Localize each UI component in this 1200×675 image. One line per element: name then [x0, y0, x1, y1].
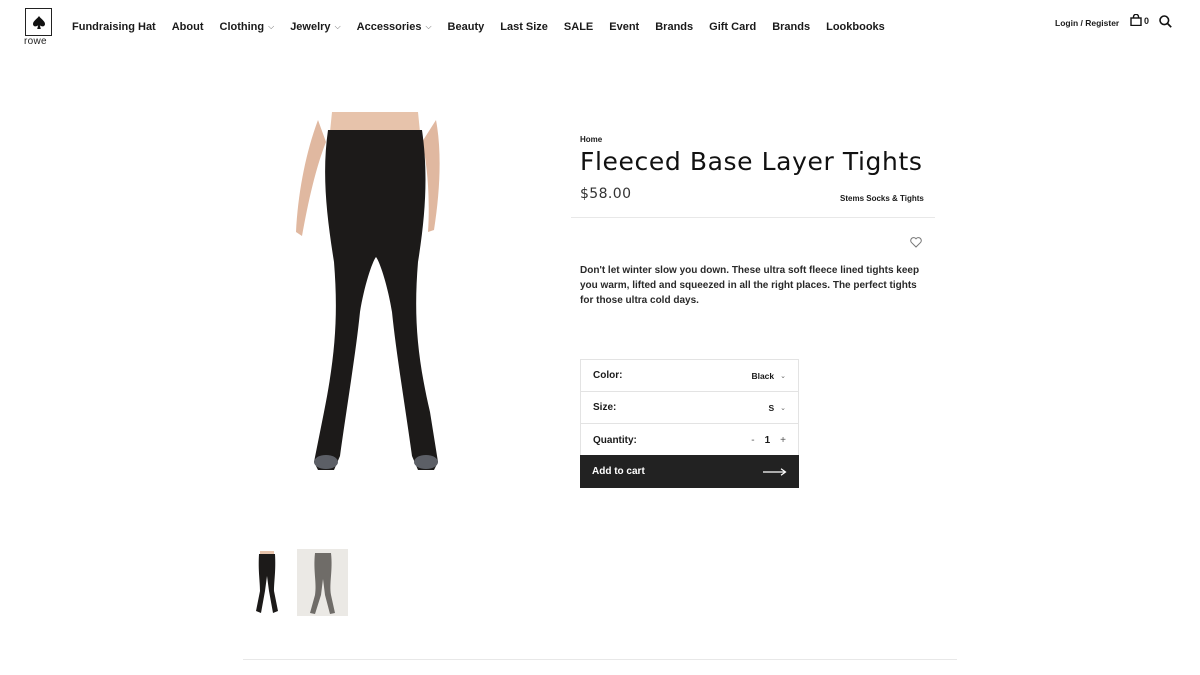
- divider: [243, 659, 957, 660]
- wishlist-button[interactable]: [910, 235, 922, 253]
- nav-gift-card[interactable]: Gift Card: [709, 21, 756, 33]
- color-select[interactable]: Color: Black ⌄: [581, 360, 798, 392]
- nav-brands[interactable]: Brands: [655, 21, 693, 33]
- nav-label: Brands: [655, 21, 694, 33]
- product-price: $58.00: [580, 186, 632, 202]
- nav-label: Last Size: [500, 21, 548, 33]
- color-value: Black: [751, 370, 775, 381]
- search-icon: [1159, 15, 1172, 28]
- add-to-cart-label: Add to cart: [592, 466, 645, 477]
- search-button[interactable]: [1159, 15, 1172, 33]
- nav-label: SALE: [563, 21, 594, 33]
- nav-last-size[interactable]: Last Size: [500, 21, 548, 33]
- product-thumbnail-1[interactable]: [244, 549, 289, 616]
- nav-label: Event: [609, 21, 640, 33]
- logo-text[interactable]: rowe: [24, 36, 47, 47]
- product-title: Fleeced Base Layer Tights: [580, 147, 923, 176]
- nav-lookbooks[interactable]: Lookbooks: [826, 21, 885, 33]
- quantity-input[interactable]: 1: [765, 435, 771, 446]
- nav-event[interactable]: Event: [609, 21, 639, 33]
- color-label: Color:: [593, 370, 623, 381]
- product-options: Color: Black ⌄ Size: S ⌄ Quantity: - 1 +: [580, 359, 799, 457]
- tights-illustration: [296, 112, 440, 470]
- chevron-down-icon: ⌄: [780, 372, 786, 380]
- quantity-row: Quantity: - 1 +: [581, 424, 798, 456]
- quantity-label: Quantity:: [593, 434, 637, 446]
- nav-sale[interactable]: SALE: [564, 21, 593, 33]
- quantity-stepper: - 1 +: [751, 435, 786, 446]
- chevron-down-icon: ⌵: [425, 22, 432, 31]
- product-thumbnail-2[interactable]: [297, 549, 348, 616]
- cart-count: 0: [1144, 16, 1150, 26]
- divider: [571, 217, 935, 218]
- decrease-quantity-button[interactable]: -: [751, 435, 754, 446]
- add-to-cart-button[interactable]: Add to cart: [580, 455, 799, 488]
- nav-beauty[interactable]: Beauty: [448, 21, 485, 33]
- increase-quantity-button[interactable]: +: [780, 435, 786, 446]
- breadcrumb-home[interactable]: Home: [580, 135, 602, 144]
- nav-fundraising-hat[interactable]: Fundraising Hat: [72, 21, 156, 33]
- tights-thumbnail-grey: [309, 552, 335, 614]
- tights-thumbnail-black: [255, 550, 278, 613]
- nav-label: Fundraising Hat: [72, 21, 156, 33]
- brand-link[interactable]: Stems Socks & Tights: [840, 194, 924, 203]
- size-label: Size:: [593, 402, 617, 413]
- nav-label: Brands: [772, 21, 811, 33]
- spade-icon: [32, 15, 45, 29]
- nav-about[interactable]: About: [172, 21, 204, 33]
- arrow-right-icon: [763, 467, 787, 476]
- main-nav: Fundraising Hat About Clothing ⌵ Jewelry ⌵…: [72, 21, 885, 33]
- cart-button[interactable]: 0: [1130, 14, 1149, 26]
- nav-label: About: [171, 21, 204, 33]
- logo-mark[interactable]: [25, 8, 52, 36]
- nav-label: Gift Card: [709, 21, 757, 33]
- nav-label: Beauty: [447, 21, 485, 33]
- nav-label: Jewelry: [290, 21, 331, 33]
- nav-jewelry[interactable]: Jewelry ⌵: [290, 21, 340, 33]
- chevron-down-icon: ⌵: [334, 22, 341, 31]
- nav-brands-2[interactable]: Brands: [772, 21, 810, 33]
- login-register-link[interactable]: Login / Register: [1055, 18, 1119, 28]
- product-main-image[interactable]: [288, 112, 463, 476]
- nav-label: Clothing: [219, 21, 265, 33]
- chevron-down-icon: ⌵: [268, 22, 275, 31]
- chevron-down-icon: ⌄: [780, 404, 786, 412]
- product-description: Don't let winter slow you down. These ul…: [580, 265, 920, 306]
- nav-label: Lookbooks: [826, 21, 885, 33]
- size-value: S: [768, 402, 775, 413]
- shopping-bag-icon: [1130, 14, 1142, 26]
- nav-label: Accessories: [356, 21, 422, 33]
- nav-accessories[interactable]: Accessories ⌵: [357, 21, 432, 33]
- size-select[interactable]: Size: S ⌄: [581, 392, 798, 424]
- nav-clothing[interactable]: Clothing ⌵: [220, 21, 275, 33]
- heart-icon: [910, 237, 922, 248]
